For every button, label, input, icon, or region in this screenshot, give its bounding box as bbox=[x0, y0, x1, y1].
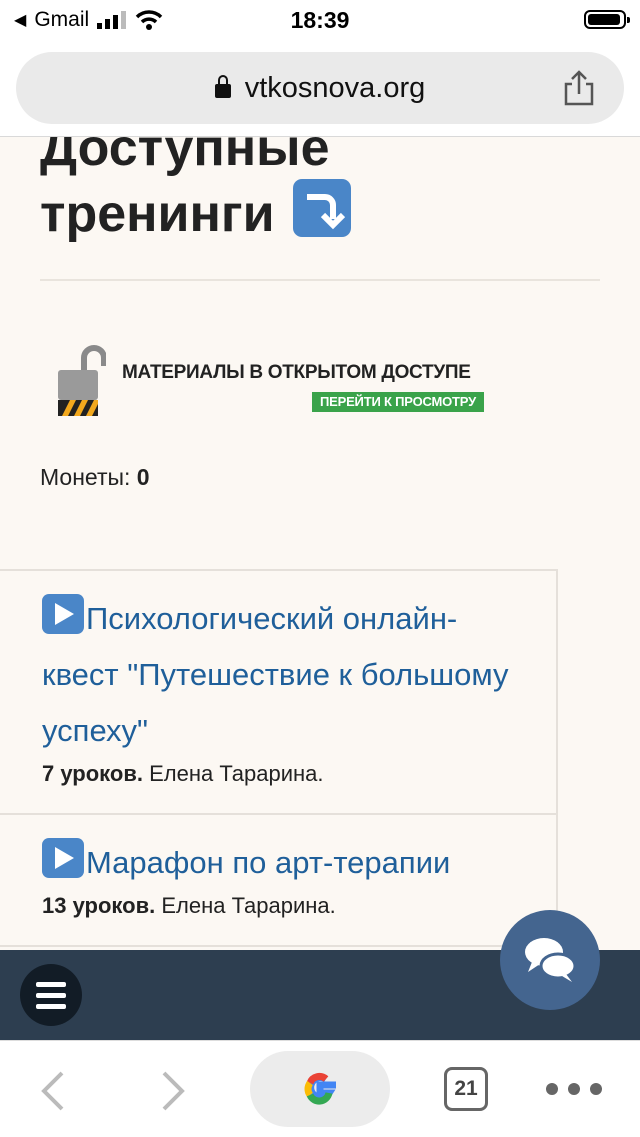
page-title-line2: тренинги bbox=[40, 185, 275, 243]
browser-address-area: vtkosnova.org bbox=[0, 42, 640, 137]
menu-button[interactable] bbox=[20, 964, 82, 1026]
more-icon[interactable] bbox=[546, 1083, 602, 1095]
browser-toolbar: 21 bbox=[0, 1040, 640, 1137]
training-meta: 7 уроков. Елена Тарарина. bbox=[42, 761, 526, 787]
lessons-count: 7 уроков. bbox=[42, 761, 143, 786]
chat-icon bbox=[525, 938, 577, 982]
author: Елена Тарарина. bbox=[149, 761, 324, 786]
menu-icon bbox=[36, 982, 66, 987]
share-icon[interactable] bbox=[562, 70, 596, 106]
author: Елена Тарарина. bbox=[161, 893, 336, 918]
play-icon bbox=[42, 838, 84, 878]
title-divider bbox=[40, 279, 600, 281]
training-list: Психологический онлайн-квест "Путешестви… bbox=[0, 569, 558, 947]
status-bar: ◀ Gmail 18:39 bbox=[0, 0, 640, 42]
battery-icon bbox=[584, 10, 630, 29]
menu-icon-line bbox=[36, 993, 66, 998]
coins-counter: Монеты: 0 bbox=[40, 464, 150, 491]
back-arrow-icon[interactable] bbox=[34, 1069, 74, 1113]
list-item[interactable]: Марафон по арт-терапии 13 уроков. Елена … bbox=[0, 815, 556, 945]
training-link[interactable]: Психологический онлайн-квест "Путешестви… bbox=[42, 591, 526, 759]
menu-icon-line bbox=[36, 1004, 66, 1009]
page-content: Доступные тренинги МАТЕРИАЛЫ В ОТКРЫТОМ … bbox=[0, 137, 640, 950]
page-title: Доступные тренинги bbox=[40, 137, 600, 245]
training-title[interactable]: Психологический онлайн-квест "Путешестви… bbox=[42, 601, 509, 748]
training-meta: 13 уроков. Елена Тарарина. bbox=[42, 893, 526, 919]
open-materials-banner[interactable]: МАТЕРИАЛЫ В ОТКРЫТОМ ДОСТУПЕ ПЕРЕЙТИ К П… bbox=[56, 342, 496, 422]
google-search-button[interactable] bbox=[250, 1051, 390, 1127]
address-field[interactable]: vtkosnova.org bbox=[16, 72, 624, 105]
coins-label: Монеты: bbox=[40, 464, 131, 490]
banner-title: МАТЕРИАЛЫ В ОТКРЫТОМ ДОСТУПЕ bbox=[122, 362, 471, 383]
list-item[interactable]: Психологический онлайн-квест "Путешестви… bbox=[0, 571, 556, 815]
clock: 18:39 bbox=[290, 7, 350, 33]
url-text: vtkosnova.org bbox=[244, 72, 426, 104]
training-link[interactable]: Марафон по арт-терапии bbox=[42, 835, 526, 891]
go-to-view-button[interactable]: ПЕРЕЙТИ К ПРОСМОТРУ bbox=[312, 392, 484, 412]
lessons-count: 13 уроков. bbox=[42, 893, 156, 918]
lock-icon bbox=[214, 75, 231, 98]
play-icon bbox=[42, 594, 84, 634]
page-title-line1: Доступные bbox=[40, 137, 330, 177]
arrow-down-right-icon bbox=[293, 179, 352, 237]
address-bar[interactable]: vtkosnova.org bbox=[16, 52, 624, 124]
training-title[interactable]: Марафон по арт-терапии bbox=[86, 845, 450, 880]
coins-value: 0 bbox=[136, 464, 150, 490]
google-icon bbox=[304, 1073, 336, 1105]
forward-arrow-icon[interactable] bbox=[152, 1069, 192, 1113]
chat-button[interactable] bbox=[500, 910, 600, 1010]
tabs-button[interactable]: 21 bbox=[444, 1067, 488, 1111]
padlock-icon bbox=[58, 345, 106, 416]
